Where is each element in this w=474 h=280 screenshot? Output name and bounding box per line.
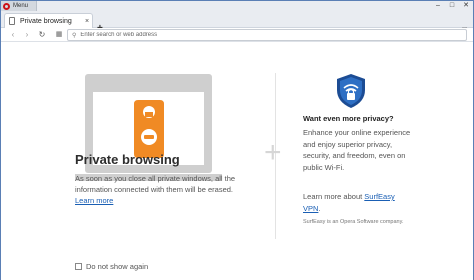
- opera-menu-button[interactable]: Menu: [1, 1, 37, 11]
- maximize-button[interactable]: □: [445, 1, 459, 11]
- vpn-title: Want even more privacy?: [303, 114, 394, 123]
- vpn-description: Enhance your online experience and enjoy…: [303, 128, 411, 172]
- do-not-disturb-hanger-icon: [134, 100, 164, 158]
- forward-button[interactable]: ›: [22, 29, 32, 41]
- page-title: Private browsing: [75, 152, 180, 167]
- vpn-learn-prefix: Learn more about: [303, 192, 365, 201]
- plus-icon: +: [264, 136, 282, 169]
- do-not-show-label: Do not show again: [86, 262, 149, 271]
- vpn-learn-more: Learn more about SurfEasy VPN.: [303, 191, 413, 214]
- do-not-show-again-option[interactable]: Do not show again: [75, 262, 148, 271]
- tab-close-icon[interactable]: ×: [82, 18, 92, 25]
- tab-bar: Private browsing × + ⩸: [1, 11, 473, 34]
- vpn-learn-suffix: .: [318, 203, 321, 213]
- tab-title: Private browsing: [20, 17, 72, 25]
- address-input[interactable]: [80, 32, 441, 38]
- window-controls: – □ ✕: [431, 1, 473, 11]
- search-icon: ⚲: [72, 32, 77, 39]
- private-browsing-page: Private browsing As soon as you close al…: [1, 43, 473, 280]
- surfeasy-note: SurfEasy is an Opera Software company.: [303, 219, 404, 225]
- reload-button[interactable]: ↻: [37, 29, 47, 41]
- tab-private-browsing[interactable]: Private browsing ×: [4, 13, 93, 28]
- opera-logo-icon: [3, 2, 10, 10]
- address-bar[interactable]: ⚲: [67, 29, 467, 41]
- navigation-toolbar: ‹ › ↻ ▦ ⚲: [1, 28, 473, 42]
- learn-more-link[interactable]: Learn more: [75, 196, 113, 205]
- speed-dial-icon[interactable]: ▦: [54, 29, 64, 41]
- browser-window: Menu – □ ✕ Private browsing × + ⩸ ‹ › ↻ …: [0, 0, 474, 280]
- private-page-icon: [9, 17, 15, 25]
- private-description: As soon as you close all private windows…: [75, 174, 236, 194]
- title-bar: Menu – □ ✕: [1, 1, 473, 11]
- minimize-button[interactable]: –: [431, 1, 445, 11]
- do-not-show-checkbox[interactable]: [75, 263, 82, 270]
- back-button[interactable]: ‹: [8, 29, 18, 41]
- close-window-button[interactable]: ✕: [459, 1, 473, 11]
- menu-label: Menu: [13, 3, 29, 9]
- surfeasy-shield-icon: [337, 74, 365, 108]
